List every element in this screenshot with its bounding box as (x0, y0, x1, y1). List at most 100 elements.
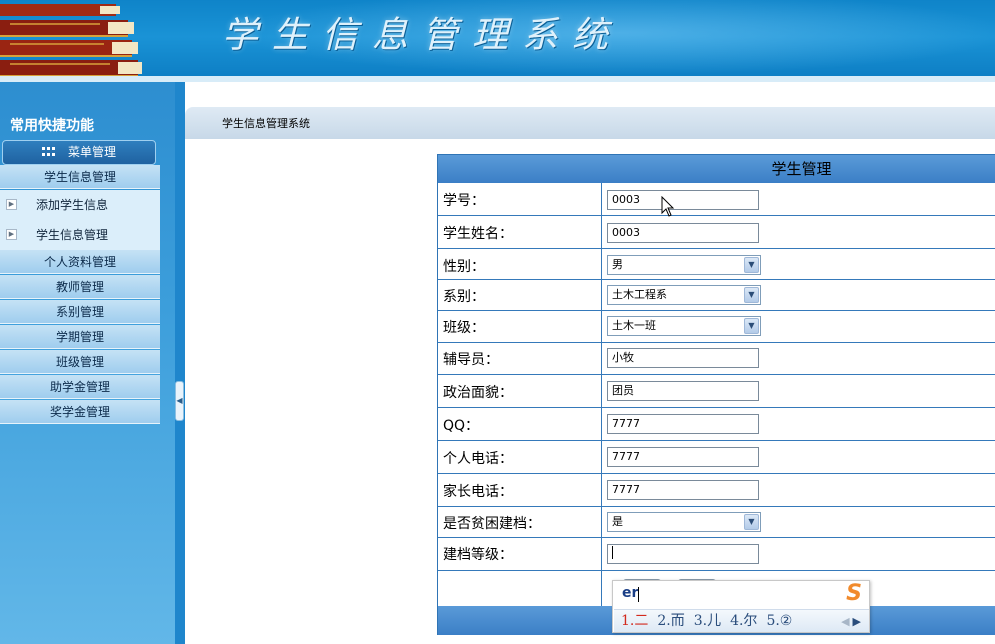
column-divider (601, 507, 602, 537)
gender-select[interactable]: 男 ▼ (607, 255, 761, 275)
ime-candidate[interactable]: 4.尔 (730, 613, 757, 629)
form-row-class: 班级： 土木一班 ▼ (438, 311, 995, 343)
student-id-input[interactable]: 0003 (607, 190, 759, 210)
field-label: 学号： (443, 193, 485, 209)
column-divider (601, 311, 602, 342)
filing-level-input[interactable] (607, 544, 759, 564)
sogou-logo-icon: S (846, 581, 862, 606)
form-row-department: 系别： 土木工程系 ▼ (438, 280, 995, 311)
ime-candidates: 1.二 2.而 3.儿 4.尔 5.② (614, 609, 869, 632)
column-divider (601, 343, 602, 374)
sidebar-item-departments[interactable]: 系别管理 (0, 300, 160, 324)
text-caret (612, 546, 613, 559)
field-label: 性别： (443, 259, 485, 275)
column-divider (601, 571, 602, 606)
menu-management-header[interactable]: 菜单管理 (2, 140, 156, 165)
class-select[interactable]: 土木一班 ▼ (607, 316, 761, 336)
ime-candidate[interactable]: 1.二 (621, 613, 648, 629)
form-row-gender: 性别： 男 ▼ (438, 249, 995, 280)
sidebar-title: 常用快捷功能 (10, 118, 94, 134)
select-value: 土木一班 (612, 319, 656, 332)
select-value: 土木工程系 (612, 288, 667, 301)
app-header: 学生信息管理系统 (0, 0, 995, 82)
form-row-student-id: 学号： 0003 (438, 183, 995, 216)
student-form-table: 学生管理 学号： 0003 学生姓名： 0003 性别： 男 ▼ 系别： 土木工程… (437, 154, 995, 635)
column-divider (601, 408, 602, 440)
ime-prev-icon[interactable]: ◀ (841, 615, 849, 628)
sidebar-item-label: 学生信息管理 (36, 228, 109, 242)
sidebar-item-label: 学生信息管理 (43, 170, 116, 184)
form-row-filing-level: 建档等级： (438, 538, 995, 571)
chevron-down-icon: ▼ (744, 257, 759, 273)
chevron-down-icon: ▼ (744, 514, 759, 530)
field-label: 学生姓名： (443, 226, 513, 242)
sidebar-item-label: 学期管理 (55, 330, 104, 344)
column-divider (601, 280, 602, 310)
sidebar-item-label: 助学金管理 (49, 380, 110, 394)
form-row-poverty-filed: 是否贫困建档： 是 ▼ (438, 507, 995, 538)
books-logo-icon (0, 4, 142, 77)
field-label: 政治面貌： (443, 385, 513, 401)
field-label: 建档等级： (443, 547, 513, 563)
sidebar-subitem-add-student[interactable]: ▶ 添加学生信息 (0, 190, 160, 220)
chevron-down-icon: ▼ (744, 318, 759, 334)
column-divider (601, 538, 602, 570)
column-divider (601, 216, 602, 248)
sidebar-item-teachers[interactable]: 教师管理 (0, 275, 160, 299)
sidebar-item-profile[interactable]: 个人资料管理 (0, 250, 160, 274)
field-label: 辅导员： (443, 352, 499, 368)
app-title: 学生信息管理系统 (222, 15, 623, 56)
poverty-filed-select[interactable]: 是 ▼ (607, 512, 761, 532)
field-label: 系别： (443, 289, 485, 305)
department-select[interactable]: 土木工程系 ▼ (607, 285, 761, 305)
collapse-bar (175, 82, 185, 644)
political-status-input[interactable]: 团员 (607, 381, 759, 401)
chevron-left-icon: ◀ (176, 396, 183, 405)
field-label: 个人电话： (443, 451, 513, 467)
menu-head-label: 菜单管理 (67, 145, 116, 159)
sidebar-item-label: 班级管理 (55, 355, 104, 369)
form-row-qq: QQ： 7777 (438, 408, 995, 441)
field-label: 班级： (443, 320, 485, 336)
sidebar-item-label: 教师管理 (55, 280, 104, 294)
column-divider (601, 474, 602, 506)
ime-composition: er (622, 585, 639, 601)
sidebar-subitem-student-manage[interactable]: ▶ 学生信息管理 (0, 220, 160, 250)
personal-phone-input[interactable]: 7777 (607, 447, 759, 467)
sidebar-item-scholarships[interactable]: 奖学金管理 (0, 400, 160, 424)
sidebar-item-label: 奖学金管理 (49, 405, 110, 419)
column-divider (601, 183, 602, 215)
chevron-down-icon: ▼ (744, 287, 759, 303)
column-divider (601, 375, 602, 407)
column-divider (601, 249, 602, 279)
student-name-input[interactable]: 0003 (607, 223, 759, 243)
grid-icon (41, 147, 56, 157)
arrow-right-icon: ▶ (6, 199, 17, 210)
select-value: 是 (612, 515, 623, 528)
select-value: 男 (612, 258, 623, 271)
sidebar-item-label: 个人资料管理 (43, 255, 116, 269)
form-row-personal-phone: 个人电话： 7777 (438, 441, 995, 474)
qq-input[interactable]: 7777 (607, 414, 759, 434)
ime-caret (638, 587, 639, 602)
ime-candidate[interactable]: 5.② (766, 613, 792, 629)
sidebar-item-label: 添加学生信息 (36, 198, 109, 212)
ime-candidate[interactable]: 2.而 (657, 613, 684, 629)
form-row-student-name: 学生姓名： 0003 (438, 216, 995, 249)
sidebar-item-label: 系别管理 (55, 305, 104, 319)
counselor-input[interactable]: 小牧 (607, 348, 759, 368)
form-row-political-status: 政治面貌： 团员 (438, 375, 995, 408)
arrow-right-icon: ▶ (6, 229, 17, 240)
ime-candidate[interactable]: 3.儿 (694, 613, 721, 629)
sidebar-item-semesters[interactable]: 学期管理 (0, 325, 160, 349)
ime-next-icon[interactable]: ▶ (853, 615, 861, 628)
form-row-counselor: 辅导员： 小牧 (438, 343, 995, 375)
ime-candidate-window: er S 1.二 2.而 3.儿 4.尔 5.② ◀ ▶ (612, 580, 870, 633)
sidebar-item-grants[interactable]: 助学金管理 (0, 375, 160, 399)
collapse-handle[interactable]: ◀ (175, 381, 184, 421)
form-row-parent-phone: 家长电话： 7777 (438, 474, 995, 507)
sidebar-item-classes[interactable]: 班级管理 (0, 350, 160, 374)
parent-phone-input[interactable]: 7777 (607, 480, 759, 500)
column-divider (601, 441, 602, 473)
sidebar-item-student-info[interactable]: 学生信息管理 (0, 165, 160, 189)
